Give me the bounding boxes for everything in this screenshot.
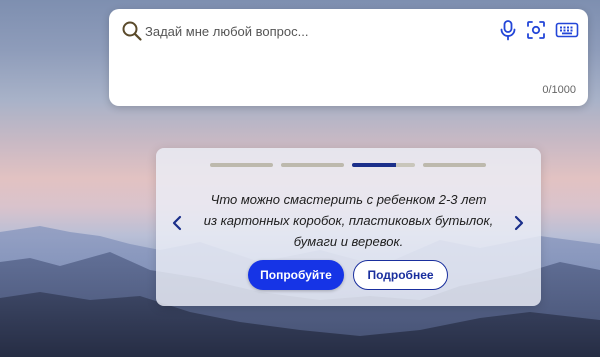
- carousel-indicators: [210, 163, 490, 167]
- keyboard-icon[interactable]: [555, 20, 579, 40]
- chevron-right-icon[interactable]: [512, 214, 526, 232]
- carousel-indicator-2[interactable]: [281, 163, 344, 167]
- carousel-indicator-4[interactable]: [423, 163, 486, 167]
- carousel-indicator-1[interactable]: [210, 163, 273, 167]
- try-button[interactable]: Попробуйте: [248, 260, 344, 290]
- microphone-icon[interactable]: [497, 19, 519, 41]
- learn-more-button[interactable]: Подробнее: [353, 260, 448, 290]
- chevron-left-icon[interactable]: [170, 214, 184, 232]
- suggestion-text: Что можно смастерить с ребенком 2-3 лет …: [186, 189, 511, 252]
- suggestion-card: Что можно смастерить с ребенком 2-3 лет …: [156, 148, 541, 306]
- suggestion-line-1: Что можно смастерить с ребенком 2-3 лет: [210, 192, 487, 207]
- visual-search-icon[interactable]: [525, 19, 547, 41]
- suggestion-line-3: бумаги и веревок.: [293, 234, 404, 249]
- search-input[interactable]: [145, 21, 485, 41]
- search-icon: [122, 21, 142, 41]
- search-box: 0/1000: [109, 9, 588, 106]
- carousel-indicator-3-active[interactable]: [352, 163, 415, 167]
- suggestion-line-2: из картонных коробок, пластиковых бутыло…: [203, 213, 494, 228]
- character-counter: 0/1000: [542, 84, 576, 96]
